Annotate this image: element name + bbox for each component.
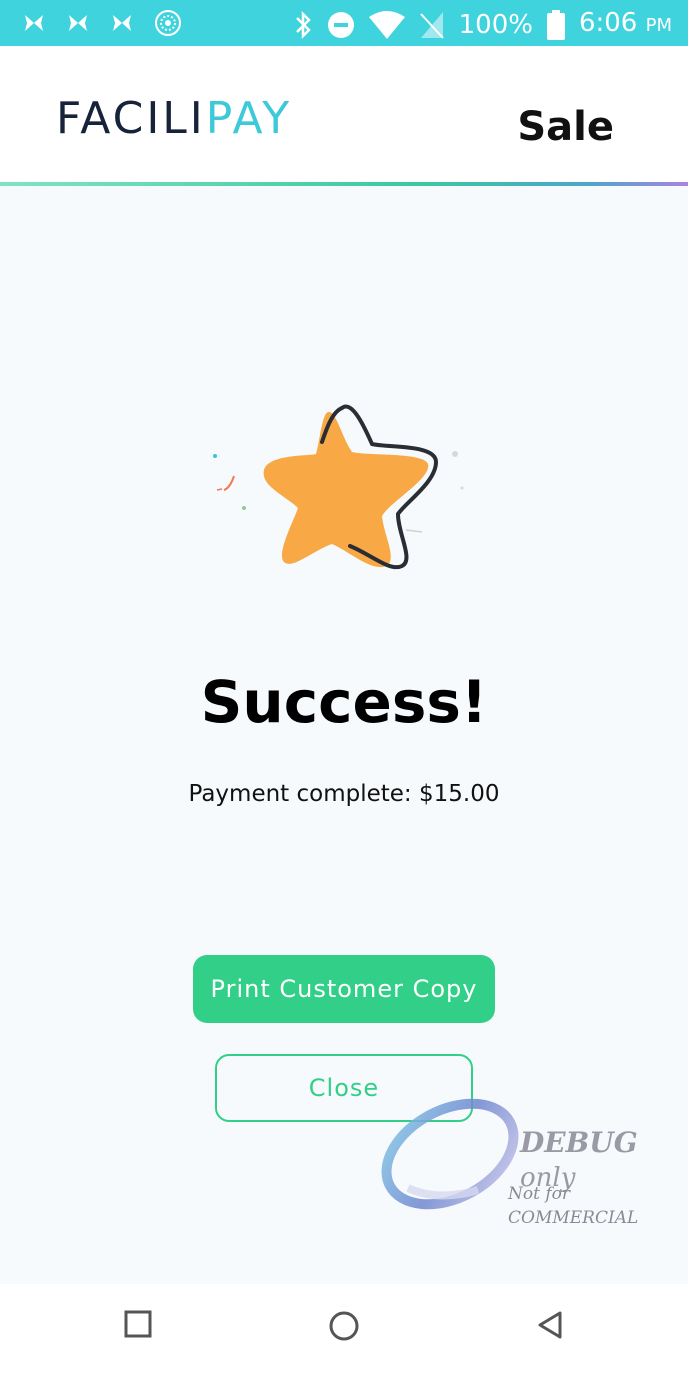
watermark-commercial-text: Not for COMMERCIAL xyxy=(508,1184,639,1228)
debug-watermark-icon xyxy=(381,1098,519,1210)
status-bar-right: 100% 6:06 PM xyxy=(293,6,672,43)
star-icon xyxy=(213,404,464,570)
app-header: FACILIPAY Sale xyxy=(0,46,688,184)
print-customer-copy-button[interactable]: Print Customer Copy xyxy=(193,955,495,1023)
do-not-disturb-icon xyxy=(327,11,354,38)
payment-message: Payment complete: $15.00 xyxy=(188,781,500,807)
logo-part-2: PAY xyxy=(205,93,293,144)
butterfly-icon xyxy=(113,15,131,31)
bluetooth-icon xyxy=(295,10,311,39)
page-title: Sale xyxy=(517,104,614,150)
status-bar: 100% 6:06 PM xyxy=(0,0,688,46)
butterfly-icon xyxy=(69,15,87,31)
butterfly-icon xyxy=(25,15,43,31)
battery-icon xyxy=(546,9,565,40)
system-nav-bar xyxy=(0,1284,688,1376)
recents-square-icon[interactable] xyxy=(124,1310,152,1338)
home-circle-icon[interactable] xyxy=(328,1310,360,1342)
clock-time: 6:06 xyxy=(578,8,638,38)
success-heading: Success! xyxy=(200,668,488,736)
status-bar-left-icons xyxy=(22,9,182,37)
battery-percent: 100% xyxy=(458,9,533,40)
clock-ampm: PM xyxy=(645,15,672,36)
no-sim-icon xyxy=(419,11,444,39)
wifi-icon xyxy=(368,10,405,39)
watermark-debug-main: DEBUG xyxy=(520,1126,638,1159)
back-triangle-icon[interactable] xyxy=(536,1310,564,1340)
facilipay-logo: FACILIPAY xyxy=(56,94,292,144)
logo-part-1: FACILI xyxy=(56,93,206,144)
clock: 6:06 PM xyxy=(579,6,672,43)
radial-icon xyxy=(155,10,181,36)
